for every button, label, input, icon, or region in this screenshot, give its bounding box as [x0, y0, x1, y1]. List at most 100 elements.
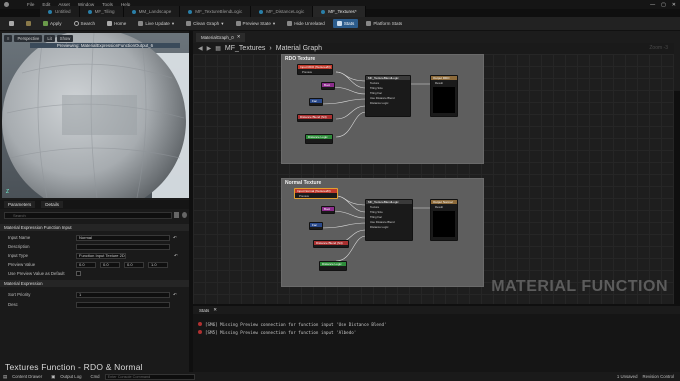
- error-icon: [198, 330, 202, 334]
- video-caption: Textures Function - RDO & Normal: [5, 362, 143, 372]
- side-panel-tab[interactable]: [674, 31, 680, 91]
- preview-state-dropdown[interactable]: Preview State ▾: [232, 19, 280, 28]
- search-icon: [73, 21, 79, 26]
- details-search-input[interactable]: Search: [4, 212, 172, 219]
- use-preview-checkbox[interactable]: [76, 271, 81, 276]
- prop-label: Sort Priority: [8, 292, 31, 297]
- material-icon: [87, 9, 92, 14]
- save-button[interactable]: [5, 19, 18, 28]
- node-input-rdo[interactable]: Input RDO (Texture2D) Preview: [297, 64, 333, 75]
- section-function-input[interactable]: Material Expression Function Input: [0, 224, 189, 231]
- prop-use-preview: Use Preview Value as Default: [0, 269, 189, 278]
- message-text: [SM6] Missing Preview connection for fun…: [205, 321, 387, 327]
- node-pin: Result: [435, 204, 443, 209]
- stats-button[interactable]: Stats: [332, 19, 359, 28]
- reset-icon[interactable]: ↶: [173, 292, 177, 298]
- perspective-button[interactable]: Perspective: [14, 35, 43, 42]
- sort-priority-field[interactable]: 1: [76, 291, 170, 298]
- input-type-dropdown[interactable]: Function Input Texture 2D: [76, 252, 126, 259]
- node-bool[interactable]: Bool: [321, 82, 335, 90]
- reset-icon[interactable]: ↶: [173, 235, 177, 241]
- tab-label: Untitled: [55, 9, 71, 14]
- search-button[interactable]: Search: [70, 19, 100, 28]
- tab-details[interactable]: Details: [41, 201, 64, 208]
- unsaved-indicator[interactable]: 1 Unsaved: [617, 374, 638, 379]
- breadcrumb-root[interactable]: MF_Textures: [225, 45, 265, 52]
- graph-watermark: MATERIAL FUNCTION: [491, 278, 668, 295]
- tab-label: MF_TextureBlendLogic: [195, 9, 243, 14]
- node-fac[interactable]: Fac: [309, 222, 323, 230]
- node-distance-logic[interactable]: Distance Logic: [305, 134, 333, 144]
- viewport-toolbar: ≡ Perspective Lit Show: [4, 35, 74, 42]
- node-pin: Distance Logic: [370, 224, 389, 229]
- hide-unrelated-button[interactable]: Hide Unrelated: [283, 19, 329, 28]
- browse-button[interactable]: [22, 19, 35, 28]
- preview-z-field[interactable]: 0.0: [124, 261, 144, 268]
- close-icon[interactable]: ✕: [213, 307, 217, 313]
- node-output-normal[interactable]: Output Normal Result: [430, 199, 458, 241]
- node-distance-blend[interactable]: Distance Blend (S4): [313, 240, 349, 248]
- prop-input-type: Input Type Function Input Texture 2D ↶: [0, 251, 189, 260]
- doc-tab-mf-distancelogic[interactable]: MF_DistanceLogic: [251, 6, 314, 17]
- preview-w-field[interactable]: 1.0: [148, 261, 168, 268]
- output-log-button[interactable]: Output Log: [60, 374, 81, 379]
- tab-material-graph[interactable]: MaterialGraph_0 ✕: [196, 32, 246, 42]
- material-icon: [321, 9, 326, 14]
- clean-graph-button[interactable]: Clean Graph ▾: [182, 19, 227, 28]
- node-output-rdo[interactable]: Output RDO Result: [430, 75, 458, 117]
- breadcrumb: ◀ ▶ ▦ MF_Textures › Material Graph: [193, 43, 680, 54]
- platform-stats-button[interactable]: Platform Stats: [362, 19, 406, 28]
- show-button[interactable]: Show: [56, 35, 74, 42]
- lit-button[interactable]: Lit: [44, 35, 55, 42]
- console-input[interactable]: Enter Console Command: [104, 373, 195, 380]
- content-drawer-button[interactable]: Content Drawer: [12, 374, 42, 379]
- breadcrumb-child[interactable]: Material Graph: [276, 45, 322, 52]
- home-button[interactable]: Home: [103, 19, 130, 28]
- node-title: Input RDO (Texture2D): [298, 65, 332, 69]
- home-icon: [107, 21, 113, 26]
- back-arrow-icon[interactable]: ◀: [198, 45, 203, 52]
- tab-parameters[interactable]: Parameters: [4, 201, 36, 208]
- input-name-field[interactable]: Normal: [76, 234, 170, 241]
- node-distance-logic[interactable]: Distance Logic: [319, 261, 347, 271]
- material-preview-viewport[interactable]: Z: [2, 33, 189, 198]
- stats-label: Stats: [343, 21, 355, 26]
- status-bar: ▤ Content Drawer ▣ Output Log Cmd Enter …: [0, 372, 680, 381]
- grid-view-icon[interactable]: [174, 212, 179, 218]
- description-field[interactable]: [76, 243, 170, 250]
- node-fac[interactable]: Fac: [309, 98, 323, 106]
- graph-tabbar: MaterialGraph_0 ✕: [193, 31, 680, 43]
- doc-tab-mf-tiling[interactable]: MF_Tiling: [79, 6, 124, 17]
- preview-x-field[interactable]: 0.0: [76, 261, 96, 268]
- material-graph-canvas[interactable]: RDO Texture Input RDO (Texture2D) Previe…: [193, 54, 674, 304]
- tab-label: MF_DistanceLogic: [266, 9, 305, 14]
- close-icon[interactable]: ✕: [237, 34, 241, 40]
- node-texture-blend-logic[interactable]: MF_TextureBlendLogic Texture Tiling Size…: [365, 75, 411, 117]
- doc-tab-mf-textures[interactable]: MF_Textures*: [313, 6, 366, 17]
- prop-input-name: Input Name Normal ↶: [0, 233, 189, 242]
- desc-field[interactable]: [76, 301, 170, 308]
- preview-y-field[interactable]: 0.0: [100, 261, 120, 268]
- node-bool[interactable]: Bool: [321, 206, 335, 214]
- doc-tab-mm-landscape[interactable]: MM_Landscape: [123, 6, 181, 17]
- doc-tab-mf-textureblendlogic[interactable]: MF_TextureBlendLogic: [180, 6, 252, 17]
- node-texture-blend-logic[interactable]: MF_TextureBlendLogic Texture Tiling Size…: [365, 199, 413, 241]
- details-tabbar: Parameters Details: [0, 200, 189, 209]
- revision-control-button[interactable]: Revision Control: [642, 374, 674, 379]
- doc-tab-untitled[interactable]: Untitled: [40, 6, 80, 17]
- section-material-expression[interactable]: Material Expression: [0, 280, 189, 287]
- node-title: Bool: [322, 207, 334, 211]
- reset-icon[interactable]: ↶: [174, 253, 178, 259]
- forward-arrow-icon[interactable]: ▶: [207, 45, 212, 52]
- main-toolbar: Apply Search Home Live Update ▾ Clean Gra…: [0, 17, 680, 31]
- platform-stats-label: Platform Stats: [373, 21, 403, 26]
- cmd-dropdown[interactable]: Cmd: [90, 374, 99, 379]
- node-input-normal[interactable]: Input Normal (Texture2D) Preview: [294, 188, 338, 199]
- node-distance-blend[interactable]: Distance Blend (S4): [297, 114, 333, 122]
- settings-gear-icon[interactable]: [182, 212, 187, 218]
- apply-button[interactable]: Apply: [39, 19, 66, 28]
- live-update-dropdown[interactable]: Live Update ▾: [134, 19, 178, 28]
- stats-title[interactable]: Stats: [199, 308, 209, 313]
- viewport-menu-button[interactable]: ≡: [4, 35, 13, 42]
- tab-label: MF_Textures*: [328, 9, 357, 14]
